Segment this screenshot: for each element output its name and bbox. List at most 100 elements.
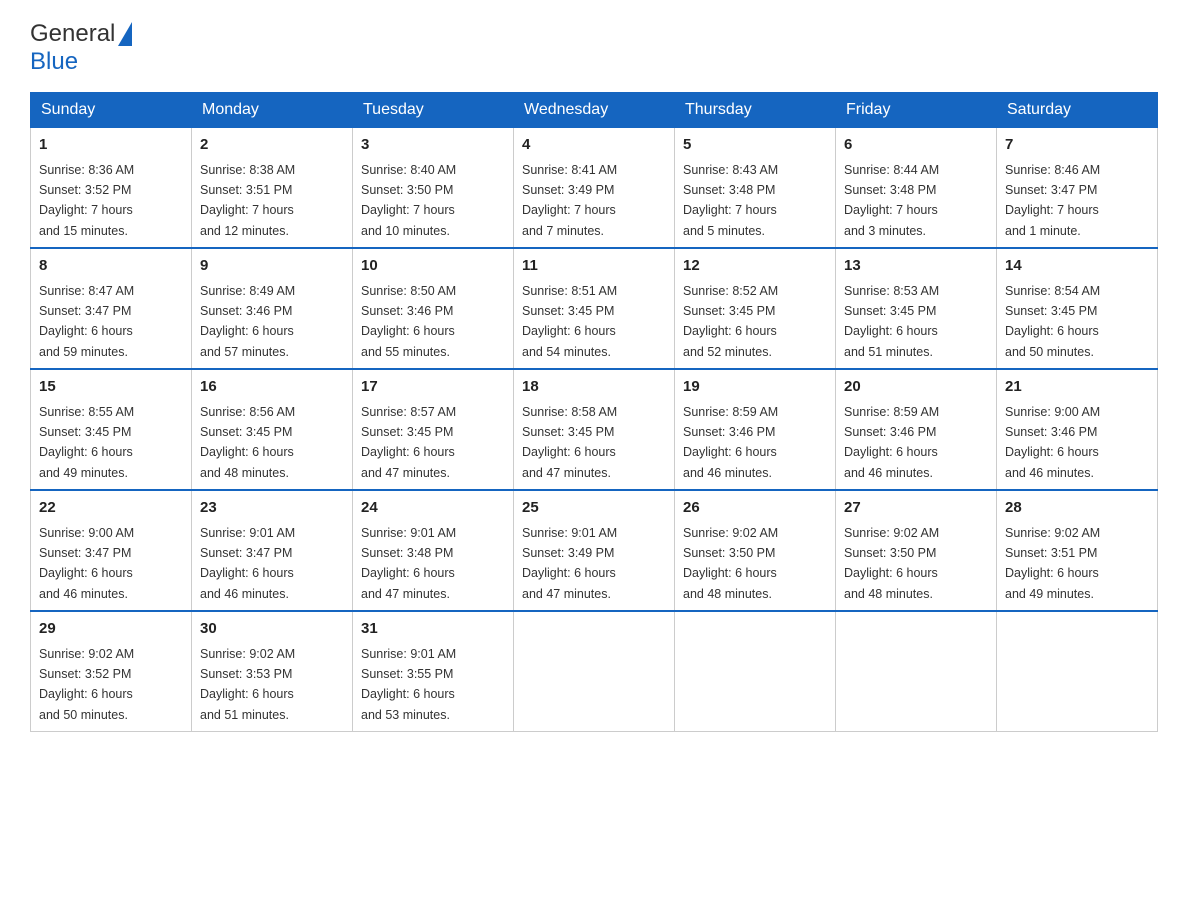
day-number: 3 — [361, 134, 505, 157]
calendar-day-cell: 9Sunrise: 8:49 AMSunset: 3:46 PMDaylight… — [192, 248, 353, 369]
day-number: 28 — [1005, 497, 1149, 520]
weekday-header-friday: Friday — [836, 93, 997, 128]
day-info: Sunrise: 9:02 AMSunset: 3:50 PMDaylight:… — [683, 526, 778, 601]
calendar-day-cell: 3 Sunrise: 8:40 AMSunset: 3:50 PMDaylight… — [353, 128, 514, 249]
day-number: 31 — [361, 618, 505, 641]
day-number: 8 — [39, 255, 183, 278]
day-info: Sunrise: 8:41 AMSunset: 3:49 PMDaylight:… — [522, 163, 617, 238]
calendar-day-cell: 19Sunrise: 8:59 AMSunset: 3:46 PMDayligh… — [675, 369, 836, 490]
day-info: Sunrise: 8:49 AMSunset: 3:46 PMDaylight:… — [200, 284, 295, 359]
calendar-day-cell: 27 Sunrise: 9:02 AMSunset: 3:50 PMDayligh… — [836, 490, 997, 611]
day-info: Sunrise: 8:52 AMSunset: 3:45 PMDaylight:… — [683, 284, 778, 359]
calendar-week-row: 1 Sunrise: 8:36 AMSunset: 3:52 PMDaylight… — [31, 128, 1158, 249]
day-info: Sunrise: 9:01 AMSunset: 3:55 PMDaylight:… — [361, 647, 456, 722]
calendar-day-cell — [997, 611, 1158, 732]
day-number: 29 — [39, 618, 183, 641]
calendar-day-cell: 12 Sunrise: 8:52 AMSunset: 3:45 PMDayligh… — [675, 248, 836, 369]
calendar-day-cell: 28 Sunrise: 9:02 AMSunset: 3:51 PMDayligh… — [997, 490, 1158, 611]
day-info: Sunrise: 8:57 AMSunset: 3:45 PMDaylight:… — [361, 405, 456, 480]
day-info: Sunrise: 9:02 AMSunset: 3:50 PMDaylight:… — [844, 526, 939, 601]
calendar-week-row: 15 Sunrise: 8:55 AMSunset: 3:45 PMDayligh… — [31, 369, 1158, 490]
day-number: 5 — [683, 134, 827, 157]
day-info: Sunrise: 8:36 AMSunset: 3:52 PMDaylight:… — [39, 163, 134, 238]
calendar-day-cell: 24 Sunrise: 9:01 AMSunset: 3:48 PMDayligh… — [353, 490, 514, 611]
day-number: 27 — [844, 497, 988, 520]
logo-general-text: General — [30, 20, 115, 48]
calendar-day-cell: 2 Sunrise: 8:38 AMSunset: 3:51 PMDaylight… — [192, 128, 353, 249]
day-number: 24 — [361, 497, 505, 520]
day-number: 16 — [200, 376, 344, 399]
day-info: Sunrise: 9:01 AMSunset: 3:48 PMDaylight:… — [361, 526, 456, 601]
day-info: Sunrise: 8:47 AMSunset: 3:47 PMDaylight:… — [39, 284, 134, 359]
calendar-day-cell: 31 Sunrise: 9:01 AMSunset: 3:55 PMDayligh… — [353, 611, 514, 732]
day-info: Sunrise: 9:01 AMSunset: 3:49 PMDaylight:… — [522, 526, 617, 601]
day-info: Sunrise: 8:38 AMSunset: 3:51 PMDaylight:… — [200, 163, 295, 238]
calendar-day-cell: 7Sunrise: 8:46 AMSunset: 3:47 PMDaylight… — [997, 128, 1158, 249]
day-info: Sunrise: 8:59 AMSunset: 3:46 PMDaylight:… — [844, 405, 939, 480]
calendar-day-cell: 6 Sunrise: 8:44 AMSunset: 3:48 PMDaylight… — [836, 128, 997, 249]
day-info: Sunrise: 8:53 AMSunset: 3:45 PMDaylight:… — [844, 284, 939, 359]
day-info: Sunrise: 8:44 AMSunset: 3:48 PMDaylight:… — [844, 163, 939, 238]
day-info: Sunrise: 8:56 AMSunset: 3:45 PMDaylight:… — [200, 405, 295, 480]
calendar-day-cell: 11Sunrise: 8:51 AMSunset: 3:45 PMDayligh… — [514, 248, 675, 369]
day-number: 2 — [200, 134, 344, 157]
weekday-header-saturday: Saturday — [997, 93, 1158, 128]
day-number: 25 — [522, 497, 666, 520]
day-info: Sunrise: 9:00 AMSunset: 3:47 PMDaylight:… — [39, 526, 134, 601]
day-info: Sunrise: 9:02 AMSunset: 3:51 PMDaylight:… — [1005, 526, 1100, 601]
day-info: Sunrise: 8:58 AMSunset: 3:45 PMDaylight:… — [522, 405, 617, 480]
calendar-day-cell: 15 Sunrise: 8:55 AMSunset: 3:45 PMDayligh… — [31, 369, 192, 490]
day-number: 1 — [39, 134, 183, 157]
calendar-day-cell: 10 Sunrise: 8:50 AMSunset: 3:46 PMDayligh… — [353, 248, 514, 369]
calendar-day-cell — [675, 611, 836, 732]
calendar-day-cell: 20Sunrise: 8:59 AMSunset: 3:46 PMDayligh… — [836, 369, 997, 490]
day-number: 22 — [39, 497, 183, 520]
calendar-day-cell: 21 Sunrise: 9:00 AMSunset: 3:46 PMDayligh… — [997, 369, 1158, 490]
calendar-day-cell: 22 Sunrise: 9:00 AMSunset: 3:47 PMDayligh… — [31, 490, 192, 611]
calendar-day-cell: 29 Sunrise: 9:02 AMSunset: 3:52 PMDayligh… — [31, 611, 192, 732]
weekday-header-wednesday: Wednesday — [514, 93, 675, 128]
day-number: 30 — [200, 618, 344, 641]
day-number: 4 — [522, 134, 666, 157]
logo-triangle-icon — [118, 22, 132, 46]
weekday-header-sunday: Sunday — [31, 93, 192, 128]
day-number: 15 — [39, 376, 183, 399]
day-info: Sunrise: 9:00 AMSunset: 3:46 PMDaylight:… — [1005, 405, 1100, 480]
calendar-day-cell: 5Sunrise: 8:43 AMSunset: 3:48 PMDaylight… — [675, 128, 836, 249]
calendar-day-cell: 17Sunrise: 8:57 AMSunset: 3:45 PMDayligh… — [353, 369, 514, 490]
calendar-day-cell — [514, 611, 675, 732]
day-info: Sunrise: 8:55 AMSunset: 3:45 PMDaylight:… — [39, 405, 134, 480]
logo: General Blue — [30, 20, 132, 76]
day-info: Sunrise: 8:50 AMSunset: 3:46 PMDaylight:… — [361, 284, 456, 359]
day-number: 13 — [844, 255, 988, 278]
calendar-day-cell: 26 Sunrise: 9:02 AMSunset: 3:50 PMDayligh… — [675, 490, 836, 611]
day-info: Sunrise: 8:40 AMSunset: 3:50 PMDaylight:… — [361, 163, 456, 238]
day-info: Sunrise: 9:02 AMSunset: 3:52 PMDaylight:… — [39, 647, 134, 722]
day-number: 6 — [844, 134, 988, 157]
day-number: 23 — [200, 497, 344, 520]
day-number: 10 — [361, 255, 505, 278]
day-number: 14 — [1005, 255, 1149, 278]
calendar-day-cell: 14 Sunrise: 8:54 AMSunset: 3:45 PMDayligh… — [997, 248, 1158, 369]
calendar-week-row: 8 Sunrise: 8:47 AMSunset: 3:47 PMDaylight… — [31, 248, 1158, 369]
weekday-header-monday: Monday — [192, 93, 353, 128]
day-info: Sunrise: 8:54 AMSunset: 3:45 PMDaylight:… — [1005, 284, 1100, 359]
calendar-day-cell: 8 Sunrise: 8:47 AMSunset: 3:47 PMDaylight… — [31, 248, 192, 369]
weekday-header-thursday: Thursday — [675, 93, 836, 128]
calendar-week-row: 29 Sunrise: 9:02 AMSunset: 3:52 PMDayligh… — [31, 611, 1158, 732]
calendar-day-cell: 30Sunrise: 9:02 AMSunset: 3:53 PMDayligh… — [192, 611, 353, 732]
calendar-table: SundayMondayTuesdayWednesdayThursdayFrid… — [30, 92, 1158, 732]
calendar-day-cell: 18Sunrise: 8:58 AMSunset: 3:45 PMDayligh… — [514, 369, 675, 490]
calendar-day-cell: 16 Sunrise: 8:56 AMSunset: 3:45 PMDayligh… — [192, 369, 353, 490]
page-header: General Blue — [30, 20, 1158, 76]
day-number: 12 — [683, 255, 827, 278]
logo-blue-text: Blue — [30, 48, 78, 75]
calendar-day-cell: 4 Sunrise: 8:41 AMSunset: 3:49 PMDaylight… — [514, 128, 675, 249]
calendar-week-row: 22 Sunrise: 9:00 AMSunset: 3:47 PMDayligh… — [31, 490, 1158, 611]
day-number: 21 — [1005, 376, 1149, 399]
day-info: Sunrise: 9:01 AMSunset: 3:47 PMDaylight:… — [200, 526, 295, 601]
weekday-header-row: SundayMondayTuesdayWednesdayThursdayFrid… — [31, 93, 1158, 128]
day-number: 11 — [522, 255, 666, 278]
calendar-day-cell: 1 Sunrise: 8:36 AMSunset: 3:52 PMDaylight… — [31, 128, 192, 249]
day-number: 26 — [683, 497, 827, 520]
